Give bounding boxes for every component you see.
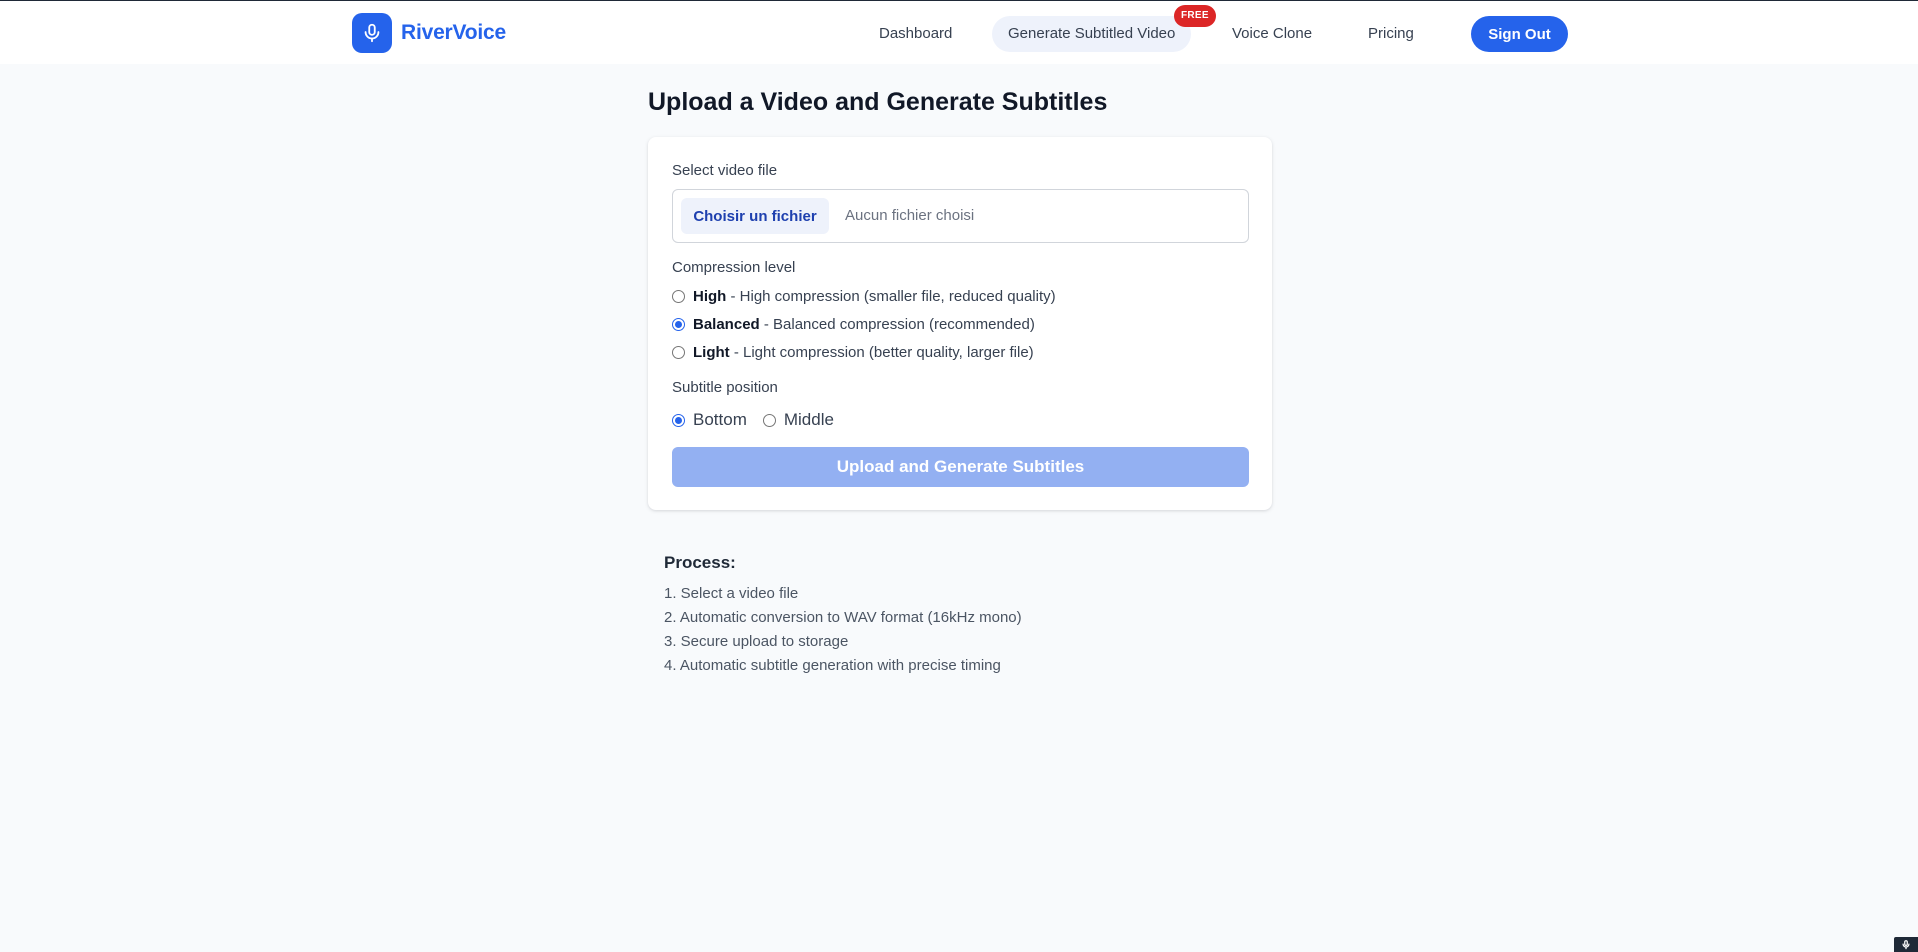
subtitle-position-label: Subtitle position [672,379,778,396]
upload-generate-button[interactable]: Upload and Generate Subtitles [672,447,1249,487]
radio-light[interactable] [672,346,685,359]
nav-generate-subtitled-video[interactable]: Generate Subtitled Video [992,16,1192,52]
option-name: Balanced [693,316,760,333]
radio-balanced[interactable] [672,318,685,331]
position-label: Middle [783,410,834,429]
compression-option-light[interactable]: Light - Light compression (better qualit… [672,344,1034,361]
option-description: - High compression (smaller file, reduce… [730,288,1056,305]
microphone-icon [352,13,392,53]
position-option-bottom[interactable]: Bottom [672,410,747,430]
compression-level-label: Compression level [672,259,796,276]
option-name: Light [693,344,730,361]
top-navbar: RiverVoice Dashboard Generate Subtitled … [0,1,1918,64]
video-file-label: Select video file [672,162,778,179]
position-option-middle[interactable]: Middle [762,410,834,430]
brand-name: RiverVoice [401,21,506,44]
video-file-input[interactable]: Choisir un fichier Aucun fichier choisi [672,189,1249,243]
free-badge: FREE [1174,5,1216,27]
upload-form-card: Select video file Choisir un fichier Auc… [648,137,1272,510]
process-step: 1. Select a video file [664,585,799,602]
sign-out-button[interactable]: Sign Out [1471,16,1568,52]
page-title: Upload a Video and Generate Subtitles [648,88,1108,116]
process-section: Process: 1. Select a video file 2. Autom… [664,553,1022,678]
process-step: 4. Automatic subtitle generation with pr… [664,657,1001,674]
subtitle-position-group: Bottom Middle [672,410,850,430]
nav-pricing[interactable]: Pricing [1352,16,1430,52]
process-step: 3. Secure upload to storage [664,633,849,650]
nav-voice-clone[interactable]: Voice Clone [1216,16,1328,52]
compression-option-balanced[interactable]: Balanced - Balanced compression (recomme… [672,316,1035,333]
microphone-icon[interactable] [1894,937,1918,952]
position-label: Bottom [693,410,747,429]
file-status-text: Aucun fichier choisi [845,207,975,224]
nav-dashboard[interactable]: Dashboard [863,16,968,52]
choose-file-button[interactable]: Choisir un fichier [681,198,829,234]
process-steps-list: 1. Select a video file 2. Automatic conv… [664,582,1022,678]
radio-middle[interactable] [762,413,776,427]
option-description: - Light compression (better quality, lar… [733,344,1034,361]
process-title: Process: [664,553,736,572]
compression-option-high[interactable]: High - High compression (smaller file, r… [672,288,1056,305]
brand-logo[interactable]: RiverVoice [352,13,506,53]
process-step: 2. Automatic conversion to WAV format (1… [664,609,1022,626]
option-description: - Balanced compression (recommended) [763,316,1035,333]
radio-high[interactable] [672,290,685,303]
option-name: High [693,288,727,305]
radio-bottom[interactable] [672,413,685,427]
